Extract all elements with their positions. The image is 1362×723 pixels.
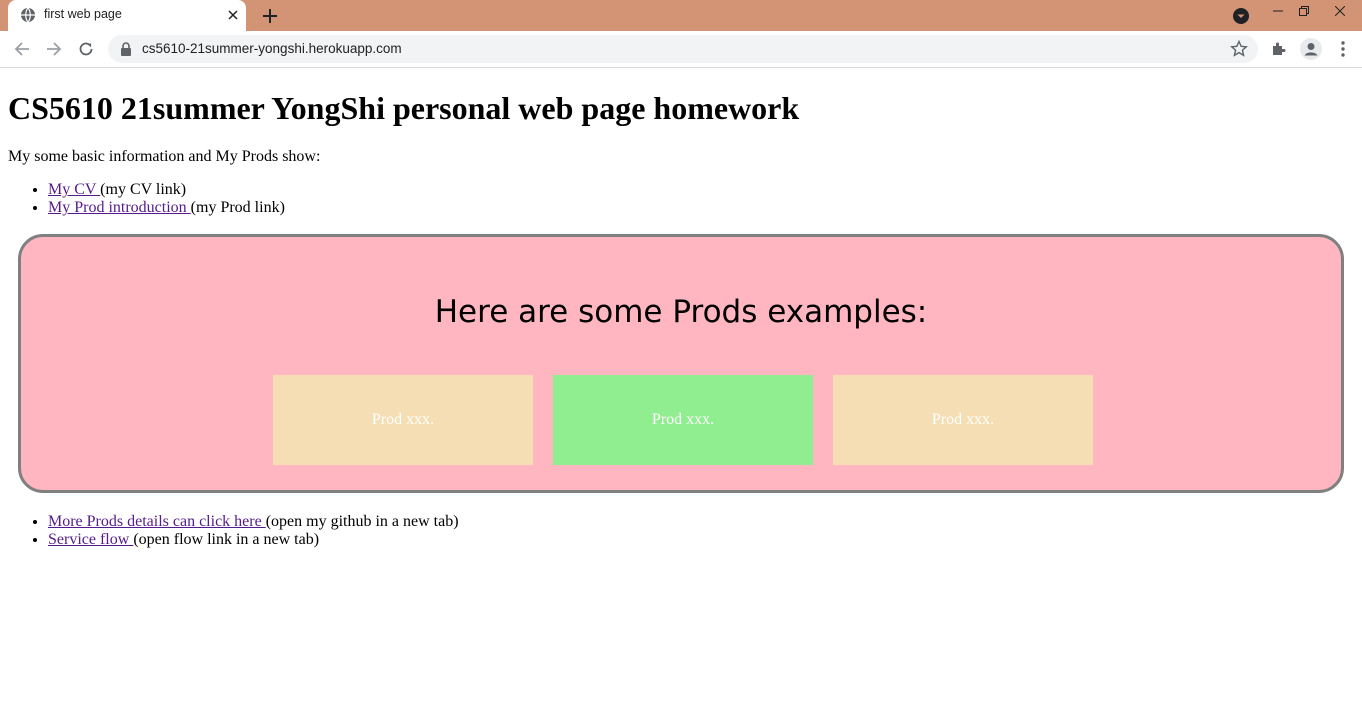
page-content: CS5610 21summer YongShi personal web pag… bbox=[0, 68, 1362, 723]
service-flow-link[interactable]: Service flow bbox=[48, 531, 133, 548]
browser-toolbar: cs5610-21summer-yongshi.herokuapp.com bbox=[0, 31, 1362, 68]
prod-intro-link[interactable]: My Prod introduction bbox=[48, 199, 191, 216]
profile-avatar-icon[interactable] bbox=[1300, 38, 1322, 60]
list-item: More Prods details can click here (open … bbox=[48, 513, 459, 531]
prods-heading: Here are some Prods examples: bbox=[434, 294, 928, 330]
browser-tab[interactable]: first web page bbox=[8, 0, 246, 31]
prods-container: Here are some Prods examples: Prod xxx. … bbox=[18, 234, 1344, 493]
bottom-links-list: More Prods details can click here (open … bbox=[8, 513, 459, 549]
bookmark-star-icon[interactable] bbox=[1230, 40, 1248, 58]
close-tab-icon[interactable] bbox=[224, 6, 242, 24]
browser-titlebar: first web page bbox=[0, 0, 1362, 31]
tab-title: first web page bbox=[44, 7, 122, 21]
back-arrow-icon[interactable] bbox=[10, 37, 34, 61]
github-link[interactable]: More Prods details can click here bbox=[48, 513, 266, 530]
prod-card-label: Prod xxx. bbox=[931, 411, 995, 428]
prod-card: Prod xxx. bbox=[553, 375, 813, 465]
reload-icon[interactable] bbox=[74, 37, 98, 61]
list-item: Service flow (open flow link in a new ta… bbox=[48, 531, 459, 549]
intro-text: My some basic information and My Prods s… bbox=[8, 148, 321, 165]
top-links-list: My CV (my CV link) My Prod introduction … bbox=[8, 181, 285, 217]
address-bar[interactable]: cs5610-21summer-yongshi.herokuapp.com bbox=[108, 35, 1258, 63]
window-close-icon[interactable] bbox=[1326, 0, 1354, 22]
prod-card: Prod xxx. bbox=[273, 375, 533, 465]
link-note: (open flow link in a new tab) bbox=[133, 531, 320, 548]
url-text[interactable]: cs5610-21summer-yongshi.herokuapp.com bbox=[142, 41, 402, 56]
link-note: (open my github in a new tab) bbox=[265, 513, 459, 530]
lock-icon bbox=[121, 42, 131, 56]
prod-card-label: Prod xxx. bbox=[371, 411, 435, 428]
forward-arrow-icon[interactable] bbox=[42, 37, 66, 61]
link-note: (my CV link) bbox=[100, 181, 187, 198]
prod-card: Prod xxx. bbox=[833, 375, 1093, 465]
menu-kebab-icon[interactable] bbox=[1332, 38, 1354, 60]
extensions-icon[interactable] bbox=[1268, 38, 1290, 60]
globe-icon bbox=[21, 7, 35, 23]
minimize-icon[interactable] bbox=[1264, 0, 1292, 22]
page-title: CS5610 21summer YongShi personal web pag… bbox=[8, 90, 800, 126]
tab-search-icon[interactable] bbox=[1230, 5, 1252, 27]
list-item: My Prod introduction (my Prod link) bbox=[48, 199, 285, 217]
prod-card-label: Prod xxx. bbox=[651, 411, 715, 428]
new-tab-icon[interactable] bbox=[258, 4, 282, 28]
link-note: (my Prod link) bbox=[190, 199, 285, 216]
cv-link[interactable]: My CV bbox=[48, 181, 100, 198]
restore-icon[interactable] bbox=[1290, 0, 1318, 22]
list-item: My CV (my CV link) bbox=[48, 181, 285, 199]
